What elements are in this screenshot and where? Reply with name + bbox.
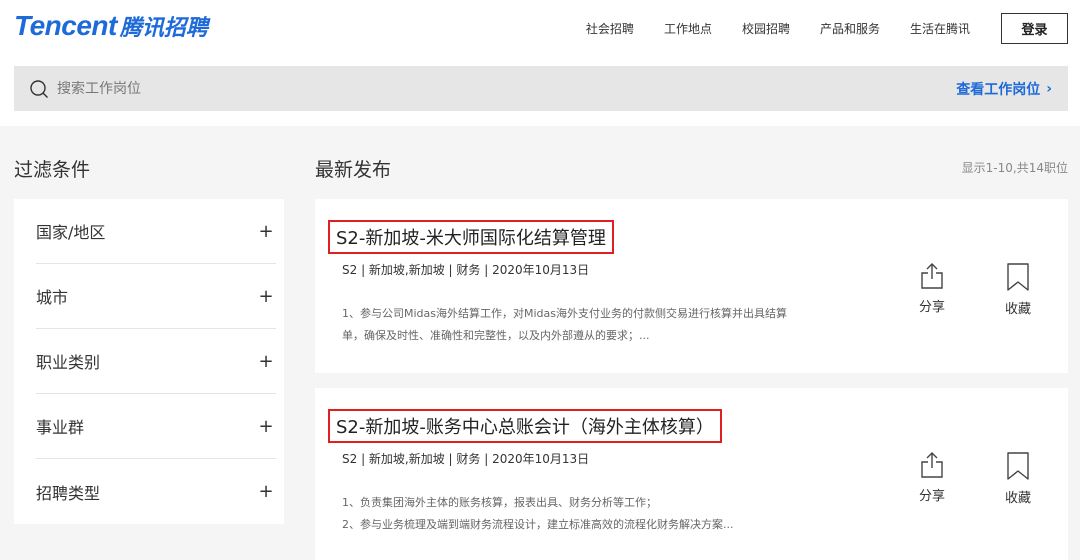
chevron-right-icon: › [1046,81,1052,97]
filter-city[interactable]: 城市 + [36,264,276,329]
filter-panel: 国家/地区 + 城市 + 职业类别 + 事业群 + 招聘类型 + [14,199,284,524]
bookmark-icon [1007,263,1029,291]
share-icon [921,452,943,478]
logo-text-cn: 腾讯招聘 [119,16,208,41]
filter-title: 过滤条件 [14,159,91,181]
job-desc-line: 2、参与业务梳理及端到端财务流程设计，建立标准高效的流程化财务解决方案... [342,518,734,531]
view-jobs-link[interactable]: 查看工作岗位 › [956,79,1052,99]
job-description: 1、负责集团海外主体的账务核算，报表出具、财务分析等工作； 2、参与业务梳理及端… [342,492,862,536]
job-meta: S2 | 新加坡,新加坡 | 财务 | 2020年10月13日 [342,452,590,466]
filter-business-group[interactable]: 事业群 + [36,394,276,459]
job-desc-line: 1、参与公司Midas海外结算工作，对Midas海外支付业务的付款侧交易进行核算… [342,307,787,320]
job-card[interactable]: S2-新加坡-账务中心总账会计（海外主体核算） S2 | 新加坡,新加坡 | 财… [315,388,1068,560]
filter-label: 事业群 [36,418,85,437]
tencent-logo[interactable]: Tencent 腾讯招聘 [14,10,208,42]
bookmark-icon [1007,452,1029,480]
login-button[interactable]: 登录 [1001,13,1068,44]
nav-campus-recruit[interactable]: 校园招聘 [742,20,790,37]
job-desc-line: 1、负责集团海外主体的账务核算，报表出具、财务分析等工作； [342,496,657,509]
job-title-highlight[interactable]: S2-新加坡-米大师国际化结算管理 [328,220,614,254]
job-title-highlight[interactable]: S2-新加坡-账务中心总账会计（海外主体核算） [328,409,722,443]
plus-icon[interactable]: + [256,221,276,242]
nav-life-at-tencent[interactable]: 生活在腾讯 [910,20,970,37]
share-icon [921,263,943,289]
logo-text-en: Tencent [14,10,117,41]
save-button[interactable]: 收藏 [993,451,1043,506]
share-button[interactable]: 分享 [907,262,957,315]
filter-label: 招聘类型 [36,483,101,503]
save-label: 收藏 [1004,491,1031,506]
nav-social-recruit[interactable]: 社会招聘 [586,20,634,37]
job-card[interactable]: S2-新加坡-米大师国际化结算管理 S2 | 新加坡,新加坡 | 财务 | 20… [315,199,1068,373]
plus-icon[interactable]: + [256,481,276,502]
nav-work-locations[interactable]: 工作地点 [664,20,712,37]
main-nav: 社会招聘 工作地点 校园招聘 产品和服务 生活在腾讯 [586,20,970,37]
share-label: 分享 [918,300,945,315]
top-header: Tencent 腾讯招聘 社会招聘 工作地点 校园招聘 产品和服务 生活在腾讯 … [0,0,1080,58]
job-description: 1、参与公司Midas海外结算工作，对Midas海外支付业务的付款侧交易进行核算… [342,303,862,347]
save-label: 收藏 [1004,302,1031,317]
filter-country-region[interactable]: 国家/地区 + [36,199,276,264]
share-label: 分享 [918,489,945,504]
job-desc-line: 单，确保及时性、准确性和完整性，以及内外部遵从的要求；... [342,329,650,342]
plus-icon[interactable]: + [256,416,276,437]
filter-job-category[interactable]: 职业类别 + [36,329,276,394]
filter-label: 城市 [36,288,69,307]
share-button[interactable]: 分享 [907,451,957,504]
listing-title: 最新发布 [315,159,392,181]
plus-icon[interactable]: + [256,286,276,307]
filter-recruit-type[interactable]: 招聘类型 + [36,459,276,524]
filter-label: 国家/地区 [36,223,106,242]
job-title[interactable]: S2-新加坡-米大师国际化结算管理 [336,224,606,250]
job-title[interactable]: S2-新加坡-账务中心总账会计（海外主体核算） [336,413,714,439]
save-button[interactable]: 收藏 [993,262,1043,317]
result-count: 显示1-10,共14职位 [961,161,1068,175]
search-icon[interactable] [29,79,49,99]
nav-products-services[interactable]: 产品和服务 [820,20,880,37]
filter-label: 职业类别 [36,353,101,372]
view-jobs-label: 查看工作岗位 [956,82,1041,98]
job-meta: S2 | 新加坡,新加坡 | 财务 | 2020年10月13日 [342,263,590,277]
plus-icon[interactable]: + [256,351,276,372]
search-input[interactable] [57,73,757,104]
search-bar: 查看工作岗位 › [14,66,1068,111]
